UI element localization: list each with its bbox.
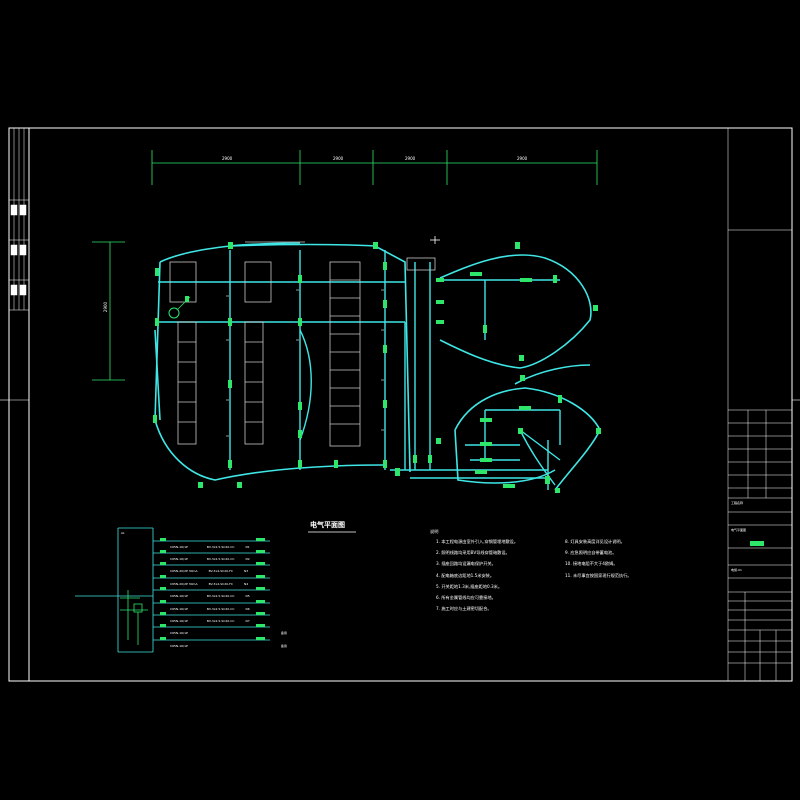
title-block <box>727 128 792 681</box>
dimension-left <box>92 241 125 381</box>
note-item: 2. 照明线路均采用BV导线穿管暗敷设。 <box>436 550 510 556</box>
dim-top-3: 2900 <box>405 156 416 161</box>
notes-heading: 说明 <box>430 529 439 534</box>
tb-drawing-name: 电气平面图 <box>731 528 747 532</box>
note-item: 8. 灯具安装高度详见设计说明。 <box>565 539 625 544</box>
dim-top-1: 2900 <box>222 156 233 161</box>
drawing-title: 电气平面图 <box>310 521 345 529</box>
note-item: 5. 开关距地1.3米,插座距地0.3米。 <box>436 583 503 589</box>
note-item: 10. 接地电阻不大于4欧姆。 <box>565 561 618 567</box>
note-item: 1. 本工程电源由室外引入,穿钢管埋地敷设。 <box>436 539 519 544</box>
dim-top-2: 2900 <box>333 156 344 161</box>
panel-row: C65N-16/1P 备用 <box>170 632 287 651</box>
dim-top-4: 2900 <box>517 156 528 161</box>
cad-drawing <box>0 127 800 682</box>
tb-project: 工程名称 <box>731 501 744 505</box>
note-item: 6. 所有金属管线均应可靠接地。 <box>436 595 496 601</box>
note-item: 11. 未尽事宜按国家现行规范执行。 <box>565 572 632 578</box>
note-item: 4. 配电箱底边距地1.5米安装。 <box>436 572 495 578</box>
note-item: 7. 施工时应与土建密切配合。 <box>436 606 492 612</box>
panel-symbol <box>168 307 180 319</box>
notes-left: 1. 本工程电源由室外引入,穿钢管埋地敷设。 2. 照明线路均采用BV导线穿管暗… <box>436 539 561 618</box>
circuit: 备用 <box>280 644 287 648</box>
breaker: C65N-16/1P <box>170 644 188 648</box>
inner-frame <box>28 127 793 682</box>
notes-right: 8. 灯具安装高度详见设计说明。 9. 应急照明应自带蓄电池。 10. 接地电阻… <box>565 539 685 585</box>
note-item: 3. 插座回路均设漏电保护开关。 <box>436 561 496 567</box>
dimension-top <box>151 150 598 185</box>
tb-drawing-no: 电施-01 <box>731 568 742 572</box>
note-item: 9. 应急照明应自带蓄电池。 <box>565 550 617 556</box>
dim-left: 2900 <box>103 301 109 313</box>
left-strip <box>9 128 29 311</box>
panel-label: AL <box>121 531 125 535</box>
